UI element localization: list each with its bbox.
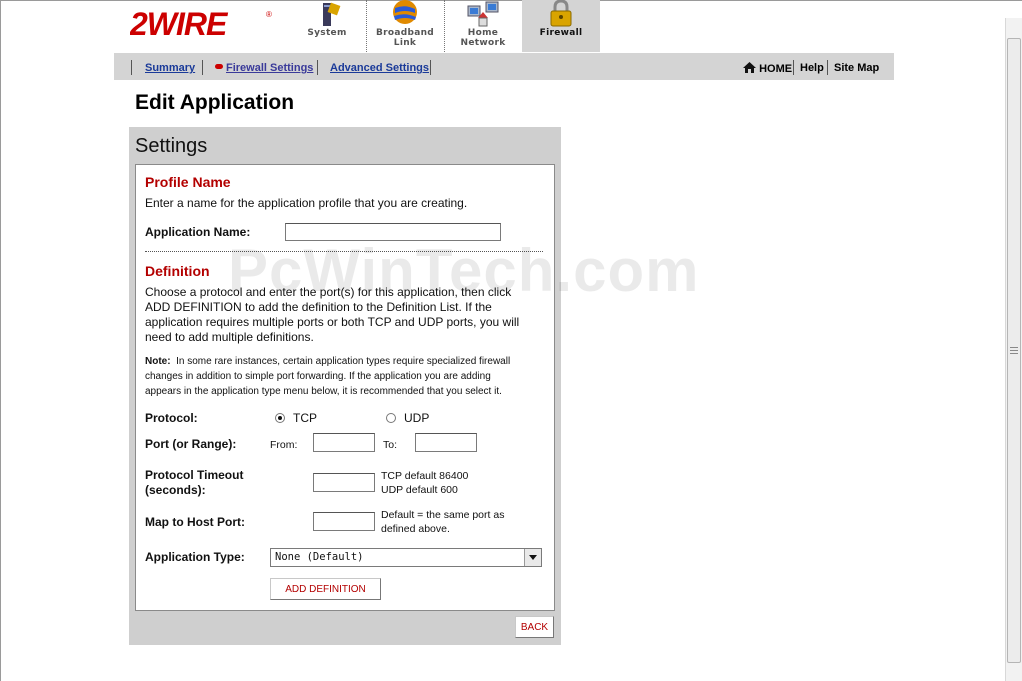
map-host-port-hint: Default = the same port as defined above… xyxy=(381,508,504,536)
window-left-border xyxy=(0,0,1,681)
settings-title: Settings xyxy=(135,135,208,157)
tab-firewall[interactable]: Firewall xyxy=(522,0,600,52)
separator xyxy=(430,60,431,75)
protocol-tcp-label: TCP xyxy=(293,411,317,425)
home-network-icon xyxy=(467,1,499,27)
protocol-timeout-label-line: Protocol Timeout xyxy=(145,468,244,482)
note-label: Note: xyxy=(145,356,171,367)
globe-icon xyxy=(393,0,417,24)
separator xyxy=(202,60,203,75)
protocol-timeout-hint-line: TCP default 86400 xyxy=(381,470,469,482)
separator xyxy=(793,60,794,75)
note-line: appears in the application type menu bel… xyxy=(145,386,502,397)
application-type-select[interactable]: None (Default) xyxy=(270,548,542,567)
subnav-firewall-settings-link[interactable]: Firewall Settings xyxy=(215,62,313,74)
tab-firewall-label: Firewall xyxy=(539,28,583,38)
definition-note: Note: In some rare instances, certain ap… xyxy=(145,354,549,399)
protocol-timeout-label-line: (seconds): xyxy=(145,483,206,497)
tab-broadband-link-label: Broadband Link xyxy=(375,28,435,48)
help-link[interactable]: Help xyxy=(800,62,824,74)
separator xyxy=(131,60,132,75)
subnav-advanced-settings-link[interactable]: Advanced Settings xyxy=(330,62,429,74)
site-map-link[interactable]: Site Map xyxy=(834,62,879,74)
add-definition-button[interactable]: ADD DEFINITION xyxy=(270,578,381,600)
protocol-tcp-radio[interactable] xyxy=(275,413,285,423)
separator xyxy=(827,60,828,75)
protocol-udp-radio[interactable] xyxy=(386,413,396,423)
padlock-icon xyxy=(550,0,572,27)
chevron-down-icon[interactable] xyxy=(524,549,541,566)
definition-heading: Definition xyxy=(145,263,210,279)
svg-text:2WIRE: 2WIRE xyxy=(130,7,229,41)
system-icon xyxy=(323,2,341,26)
port-to-label: To: xyxy=(383,439,398,451)
separator xyxy=(317,60,318,75)
tab-broadband-link[interactable]: Broadband Link xyxy=(366,0,445,52)
tab-home-network[interactable]: Home Network xyxy=(444,0,523,52)
scrollbar-grip-icon xyxy=(1010,350,1018,351)
protocol-label: Protocol: xyxy=(145,411,198,425)
page-title: Edit Application xyxy=(135,91,295,114)
definition-description-line: need to add multiple definitions. xyxy=(145,330,314,344)
2wire-logo[interactable]: 2WIRE ® xyxy=(130,7,280,41)
subnav-firewall-settings-label: Firewall Settings xyxy=(226,62,314,74)
port-range-label: Port (or Range): xyxy=(145,437,237,451)
protocol-timeout-input[interactable] xyxy=(313,473,375,492)
protocol-timeout-hint-line: UDP default 600 xyxy=(381,484,458,496)
subnav-summary-link[interactable]: Summary xyxy=(145,62,195,74)
port-from-label: From: xyxy=(270,439,298,451)
definition-description-line: application requires multiple ports or b… xyxy=(145,315,520,329)
scrollbar-grip-icon xyxy=(1010,353,1018,354)
application-type-value: None (Default) xyxy=(275,551,364,563)
map-host-port-input[interactable] xyxy=(313,512,375,531)
back-button[interactable]: BACK xyxy=(515,616,554,638)
home-link-label: HOME xyxy=(759,63,793,75)
home-link[interactable]: HOME xyxy=(743,62,792,75)
tab-system[interactable]: System xyxy=(288,0,367,52)
application-type-label: Application Type: xyxy=(145,550,245,564)
current-page-indicator-icon xyxy=(215,64,223,69)
settings-form: Profile Name Enter a name for the applic… xyxy=(135,164,555,611)
scrollbar-grip-icon xyxy=(1010,347,1018,348)
protocol-timeout-label: Protocol Timeout (seconds): xyxy=(145,468,243,498)
watermark-text: PcWinTech.com xyxy=(228,237,700,304)
profile-name-heading: Profile Name xyxy=(145,174,231,190)
note-line: In some rare instances, certain applicat… xyxy=(176,356,511,367)
port-to-input[interactable] xyxy=(415,433,477,452)
map-host-port-hint-line: defined above. xyxy=(381,523,450,535)
map-host-port-hint-line: Default = the same port as xyxy=(381,509,505,521)
protocol-timeout-hint: TCP default 86400 UDP default 600 xyxy=(381,469,468,497)
svg-text:®: ® xyxy=(266,10,272,19)
note-line: changes in addition to simple port forwa… xyxy=(145,371,491,382)
port-from-input[interactable] xyxy=(313,433,375,452)
profile-name-description: Enter a name for the application profile… xyxy=(145,196,468,210)
sub-navigation: Summary Firewall Settings Advanced Setti… xyxy=(114,53,894,80)
tab-home-network-label: Home Network xyxy=(460,28,506,48)
tab-system-label: System xyxy=(307,28,347,38)
map-host-port-label: Map to Host Port: xyxy=(145,515,245,529)
house-icon xyxy=(743,62,756,73)
protocol-udp-label: UDP xyxy=(404,411,430,425)
settings-panel: Settings Profile Name Enter a name for t… xyxy=(129,127,561,645)
